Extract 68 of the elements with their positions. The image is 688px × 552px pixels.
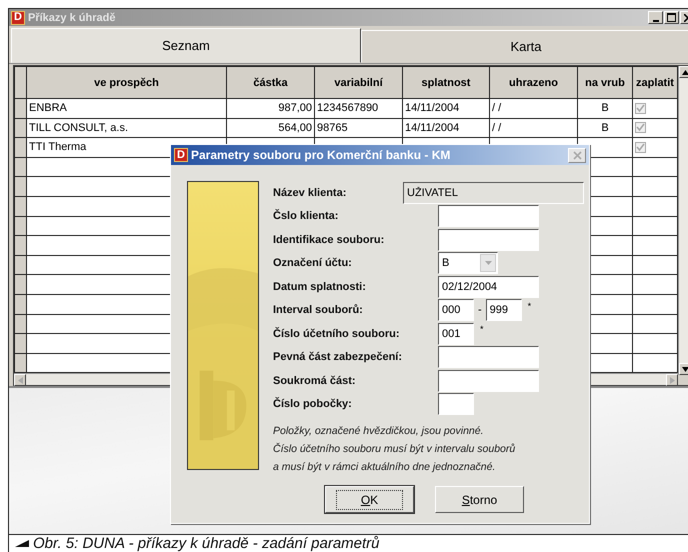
field-label: Interval souborů: — [273, 304, 364, 316]
table-cell: 14/11/2004 — [402, 98, 490, 118]
input-field[interactable] — [438, 370, 539, 392]
table-cell: 14/11/2004 — [402, 118, 490, 138]
table-cell: 98765 — [314, 118, 402, 138]
table-cell: B — [578, 118, 632, 138]
column-header[interactable]: na vrub — [578, 66, 632, 98]
required-mark: * — [528, 300, 532, 310]
caret-icon — [484, 261, 492, 266]
field-label: Čslo klienta: — [273, 210, 340, 222]
maximize-button[interactable] — [664, 11, 679, 24]
app-logo: D — [11, 10, 25, 24]
dropdown[interactable]: B — [438, 252, 498, 274]
required-mark: * — [480, 324, 484, 334]
ok-button[interactable]: OK — [325, 486, 414, 513]
column-header[interactable]: splatnost — [402, 66, 490, 98]
checkbox[interactable] — [635, 122, 646, 134]
vertical-scrollbar[interactable] — [678, 66, 688, 375]
field-label: Označení účtu: — [273, 257, 353, 270]
left-arrow-icon — [18, 376, 22, 384]
row-header — [14, 138, 26, 158]
right-arrow-icon — [670, 376, 674, 384]
table-cell: / / — [490, 118, 578, 138]
maximize-icon — [667, 13, 676, 22]
column-header[interactable]: ve prospěch — [26, 66, 226, 98]
field-label: Číslo pobočky: — [273, 398, 353, 410]
table-cell: / / — [490, 98, 578, 118]
input-field[interactable] — [438, 205, 539, 228]
input-field[interactable]: 000 — [438, 299, 474, 322]
column-header[interactable]: zaplatit — [632, 66, 678, 98]
input-field[interactable]: 02/12/2004 — [438, 276, 539, 298]
table-cell: TILL CONSULT, a.s. — [26, 118, 226, 138]
column-header[interactable]: uhrazeno — [490, 66, 578, 98]
input-field[interactable] — [438, 228, 539, 251]
figure-caption: Obr. 5: DUNA - příkazy k úhradě - zadání parametrů — [33, 535, 380, 552]
table-cell: B — [578, 98, 632, 118]
input-field[interactable] — [438, 393, 474, 416]
input-field[interactable] — [438, 346, 539, 368]
field-label: Soukromá část: — [273, 374, 357, 387]
minimize-icon — [652, 20, 658, 22]
row-header — [14, 118, 26, 138]
field-label: Datum splatnosti: — [273, 280, 367, 293]
column-header[interactable]: variabilní — [314, 66, 402, 98]
up-arrow-icon — [682, 70, 688, 74]
field-label: Pevná část zabezpečení: — [273, 351, 404, 364]
table-cell: 987,00 — [226, 98, 314, 118]
minimize-button[interactable] — [648, 11, 663, 24]
tab[interactable]: Karta — [361, 30, 688, 63]
triangle-icon — [15, 540, 29, 547]
tab[interactable]: Seznam — [11, 28, 361, 63]
input-field[interactable]: 999 — [486, 299, 522, 322]
table-cell: ENBRA — [26, 98, 226, 118]
cancel-button[interactable]: Storno — [435, 486, 524, 513]
field-label: Identifikace souboru: — [273, 234, 386, 246]
checkbox[interactable] — [635, 142, 646, 154]
table-cell: 564,00 — [226, 118, 314, 138]
range-separator: - — [478, 304, 482, 316]
window-title: Příkazy k úhradě — [28, 12, 116, 24]
column-header[interactable]: částka — [226, 66, 314, 98]
down-arrow-icon — [682, 366, 688, 372]
note-text: Položky, označené hvězdičkou, jsou povinné. Číslo účetního souboru musí být v intervalu souborů a musí být v rámci aktuálního dne jednoznačné. — [273, 424, 516, 475]
field-label: Název klienta: — [273, 186, 348, 199]
app-logo: D — [174, 148, 188, 162]
input-field[interactable]: 001 — [438, 322, 474, 345]
checkbox[interactable] — [635, 102, 646, 114]
field-label: Číslo účetního souboru: — [273, 328, 400, 340]
close-icon — [572, 150, 582, 160]
table-cell: 1234567890 — [314, 98, 402, 118]
